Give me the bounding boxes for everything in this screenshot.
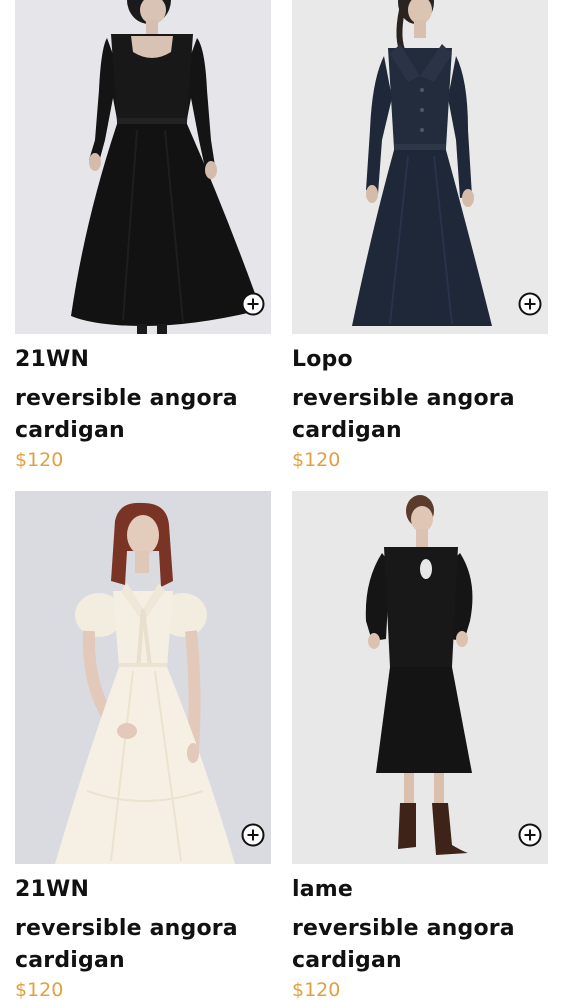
product-name[interactable]: reversible angora cardigan bbox=[15, 913, 271, 977]
dress-photo-black-square-neck bbox=[15, 0, 271, 334]
plus-circle-icon bbox=[241, 292, 265, 316]
add-to-cart-button[interactable] bbox=[518, 292, 542, 316]
product-card[interactable]: lame reversible angora cardigan $120 bbox=[292, 491, 548, 1000]
product-price: $120 bbox=[292, 979, 341, 1000]
product-price: $120 bbox=[15, 449, 64, 471]
product-brand: 21WN bbox=[15, 347, 90, 372]
product-card[interactable]: 21WN reversible angora cardigan $120 bbox=[15, 0, 271, 473]
plus-circle-icon bbox=[518, 823, 542, 847]
add-to-cart-button[interactable] bbox=[518, 823, 542, 847]
dress-photo-ivory-bow bbox=[15, 491, 271, 864]
plus-circle-icon bbox=[241, 823, 265, 847]
product-name[interactable]: reversible angora cardigan bbox=[292, 913, 548, 977]
dress-photo-navy-coat bbox=[292, 0, 548, 334]
product-brand: lame bbox=[292, 877, 354, 902]
product-image[interactable] bbox=[15, 491, 271, 864]
add-to-cart-button[interactable] bbox=[241, 292, 265, 316]
plus-circle-icon bbox=[518, 292, 542, 316]
add-to-cart-button[interactable] bbox=[241, 823, 265, 847]
product-brand: 21WN bbox=[15, 877, 90, 902]
product-image[interactable] bbox=[15, 0, 271, 334]
product-name[interactable]: reversible angora cardigan bbox=[15, 383, 271, 447]
product-image[interactable] bbox=[292, 491, 548, 864]
product-image[interactable] bbox=[292, 0, 548, 334]
product-brand: Lopo bbox=[292, 347, 353, 372]
product-card[interactable]: 21WN reversible angora cardigan $120 bbox=[15, 491, 271, 1000]
product-card[interactable]: Lopo reversible angora cardigan $120 bbox=[292, 0, 548, 473]
product-name[interactable]: reversible angora cardigan bbox=[292, 383, 548, 447]
product-price: $120 bbox=[292, 449, 341, 471]
dress-photo-black-keyhole bbox=[292, 491, 548, 864]
product-price: $120 bbox=[15, 979, 64, 1000]
product-grid: 21WN reversible angora cardigan $120 Lop… bbox=[0, 0, 563, 1000]
